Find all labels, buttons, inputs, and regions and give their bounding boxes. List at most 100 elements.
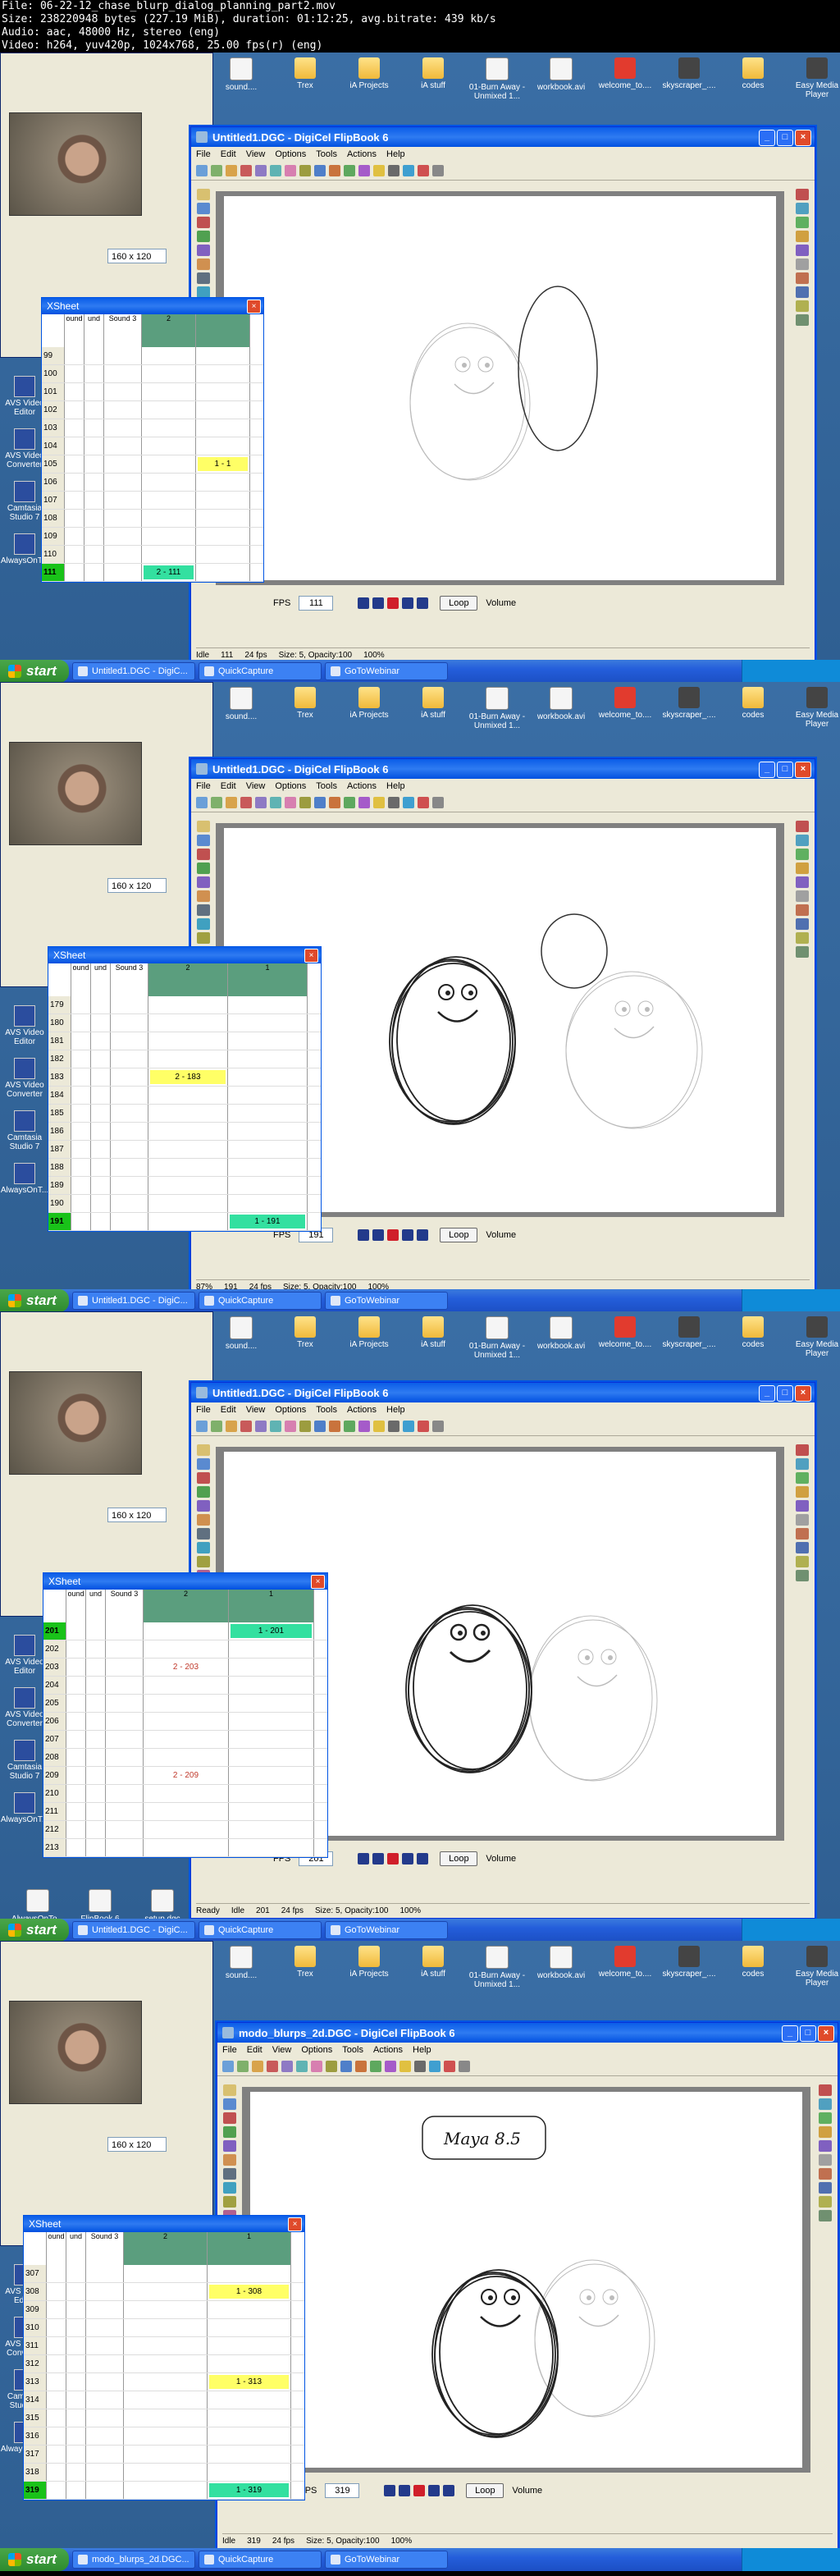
frame-number[interactable]: 211 <box>43 1803 66 1820</box>
maximize-button[interactable]: □ <box>800 2025 816 2042</box>
tool-icon[interactable] <box>796 849 809 860</box>
xsheet-row[interactable]: 314 <box>24 2391 304 2409</box>
menu-item[interactable]: Edit <box>221 1405 236 1415</box>
level-cell[interactable] <box>229 1767 314 1784</box>
sound-cell[interactable] <box>104 347 142 364</box>
xsheet-row[interactable]: 188 <box>48 1159 321 1177</box>
sound-cell[interactable] <box>106 1821 144 1838</box>
close-button[interactable]: × <box>247 300 261 313</box>
level-cell[interactable] <box>142 492 196 509</box>
sound-cell[interactable] <box>104 365 142 382</box>
webcam-size-select[interactable]: 160 x 120 <box>107 249 167 263</box>
tool-icon[interactable] <box>796 245 809 256</box>
sound-cell[interactable] <box>111 1159 148 1176</box>
level-cell[interactable] <box>229 1839 314 1856</box>
frame-number[interactable]: 102 <box>42 401 65 419</box>
cel-label[interactable]: 2 - 183 <box>150 1070 226 1084</box>
menu-item[interactable]: File <box>196 1405 211 1415</box>
sound-cell[interactable] <box>104 528 142 545</box>
frame-number[interactable]: 105 <box>42 455 65 473</box>
toolbar-icon[interactable] <box>285 1421 296 1432</box>
sound-cell[interactable] <box>86 2409 124 2427</box>
xsheet-row[interactable]: 209 2 - 209 <box>43 1767 327 1785</box>
desktop-icon[interactable]: skyscraper_.... <box>657 1315 721 1360</box>
level-cell[interactable] <box>148 996 228 1013</box>
tool-icon[interactable] <box>223 2098 236 2110</box>
level-cell[interactable] <box>144 1839 229 1856</box>
sound-cell[interactable] <box>111 1014 148 1032</box>
tool-icon[interactable] <box>796 876 809 888</box>
sound-cell[interactable] <box>84 510 104 527</box>
sound-cell[interactable] <box>111 1213 148 1230</box>
menu-item[interactable]: Options <box>301 2045 332 2055</box>
frame-number[interactable]: 183 <box>48 1068 71 1086</box>
level-cell[interactable] <box>208 2409 291 2427</box>
level-cell[interactable] <box>124 2355 208 2372</box>
sound-cell[interactable] <box>71 1177 91 1194</box>
toolbar-icon[interactable] <box>344 165 355 176</box>
tool-icon[interactable] <box>197 918 210 930</box>
tool-icon[interactable] <box>796 890 809 902</box>
sound-cell[interactable] <box>111 1050 148 1068</box>
sound-cell[interactable] <box>106 1767 144 1784</box>
desktop-icon[interactable]: Trex <box>273 1315 337 1360</box>
tool-icon[interactable] <box>223 2084 236 2096</box>
sound-cell[interactable] <box>66 1677 86 1694</box>
sound-cell[interactable] <box>65 401 84 419</box>
play-button[interactable] <box>402 1853 414 1865</box>
level-cell[interactable] <box>142 510 196 527</box>
level-cell[interactable] <box>124 2283 208 2300</box>
sound-cell[interactable] <box>84 474 104 491</box>
sound-cell[interactable] <box>91 1105 111 1122</box>
tool-icon[interactable] <box>796 217 809 228</box>
sound-cell[interactable] <box>71 1123 91 1140</box>
sound-cell[interactable] <box>84 347 104 364</box>
desktop-icon[interactable]: AVS Video Converter <box>0 1687 49 1736</box>
sound-cell[interactable] <box>104 474 142 491</box>
sound-cell[interactable] <box>66 2373 86 2391</box>
tool-icon[interactable] <box>819 2112 832 2124</box>
frame-number[interactable]: 184 <box>48 1087 71 1104</box>
xsheet-row[interactable]: 213 <box>43 1839 327 1857</box>
sound-cell[interactable] <box>91 1159 111 1176</box>
sound-cell[interactable] <box>111 996 148 1013</box>
sound-cell[interactable] <box>66 1622 86 1640</box>
tool-icon[interactable] <box>197 203 210 214</box>
sound-cell[interactable] <box>65 437 84 455</box>
window-titlebar[interactable]: Untitled1.DGC - DigiCel FlipBook 6 _ □ × <box>191 1383 815 1402</box>
sound-cell[interactable] <box>86 1749 106 1766</box>
tool-icon[interactable] <box>796 918 809 930</box>
level-cell[interactable] <box>144 1785 229 1802</box>
desktop-icon[interactable]: AVS Video Editor <box>0 1635 49 1684</box>
sound-cell[interactable] <box>65 383 84 400</box>
sound-cell[interactable] <box>66 2427 86 2445</box>
start-button[interactable]: start <box>0 2548 69 2571</box>
tool-icon[interactable] <box>796 1500 809 1512</box>
level-cell[interactable] <box>208 2446 291 2463</box>
level-cell[interactable] <box>148 1105 228 1122</box>
level-column-header[interactable]: 2 <box>148 963 228 996</box>
xsheet-row[interactable]: 110 <box>42 546 263 564</box>
sound-cell[interactable] <box>47 2373 66 2391</box>
desktop-icon[interactable]: 01-Burn Away - Unmixed 1... <box>465 56 529 101</box>
sound-cell[interactable] <box>104 419 142 437</box>
tool-icon[interactable] <box>197 1514 210 1526</box>
level-cell[interactable] <box>124 2319 208 2336</box>
frame-number[interactable]: 213 <box>43 1839 66 1856</box>
toolbar-icon[interactable] <box>296 2061 308 2072</box>
toolbar-icon[interactable] <box>267 2061 278 2072</box>
sound-cell[interactable] <box>106 1695 144 1712</box>
sound-cell[interactable] <box>84 419 104 437</box>
level-cell[interactable] <box>196 347 250 364</box>
tool-icon[interactable] <box>796 286 809 298</box>
sound-cell[interactable] <box>106 1713 144 1730</box>
desktop-icon[interactable]: Easy Media Player <box>785 1315 840 1360</box>
toolbar-icon[interactable] <box>355 2061 367 2072</box>
sound-cell[interactable] <box>86 2427 124 2445</box>
toolbar-icon[interactable] <box>429 2061 441 2072</box>
frame-number[interactable]: 99 <box>42 347 65 364</box>
sound-cell[interactable] <box>106 1677 144 1694</box>
level-cell[interactable] <box>208 2464 291 2481</box>
sound-cell[interactable] <box>66 2446 86 2463</box>
xsheet-row[interactable]: 208 <box>43 1749 327 1767</box>
